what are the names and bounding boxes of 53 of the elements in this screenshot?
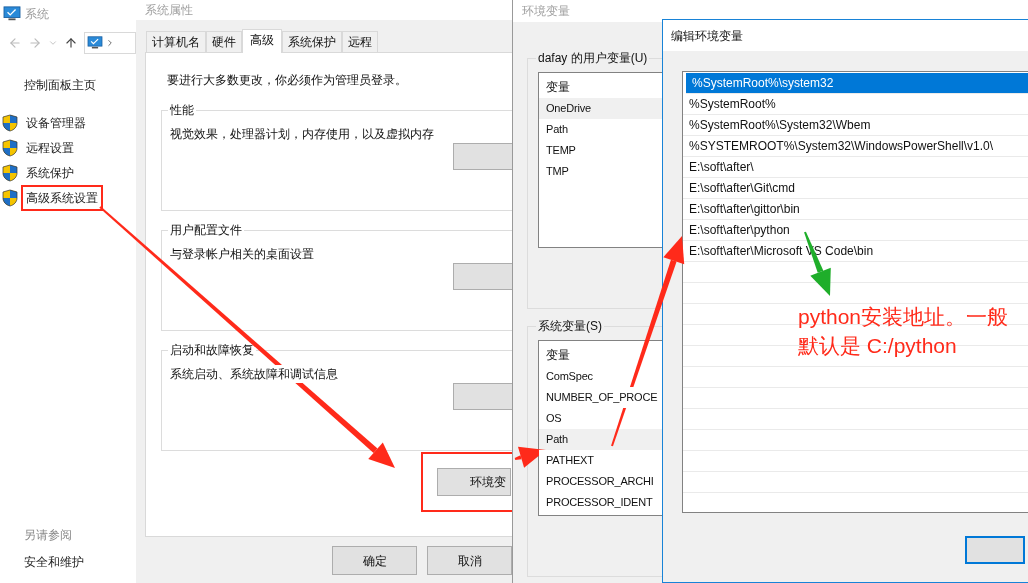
group-description: 视觉效果，处理器计划，内存使用，以及虚拟内存 xyxy=(170,125,434,143)
group-title: 启动和故障恢复 xyxy=(169,342,255,359)
window-title: 系统 xyxy=(25,5,49,23)
shield-icon xyxy=(2,188,18,207)
tab[interactable]: 计算机名 xyxy=(146,31,206,52)
environment-variables-button[interactable]: 环境变 xyxy=(437,468,511,496)
task-link[interactable]: 系统保护 xyxy=(23,161,77,184)
computer-icon xyxy=(87,36,103,50)
address-bar[interactable] xyxy=(84,32,136,54)
history-icon[interactable] xyxy=(48,38,58,48)
shield-icon xyxy=(2,163,18,182)
up-icon[interactable] xyxy=(64,36,78,50)
group-title: 性能 xyxy=(169,102,195,119)
group-title: dafay 的用户变量(U) xyxy=(537,50,649,67)
group-description: 系统启动、系统故障和调试信息 xyxy=(170,365,338,383)
ok-button[interactable] xyxy=(965,536,1025,564)
settings-button[interactable] xyxy=(453,263,512,290)
ok-button[interactable]: 确定 xyxy=(332,546,417,575)
path-entry[interactable]: %SystemRoot%\system32 xyxy=(686,73,1028,94)
back-icon[interactable] xyxy=(8,36,22,50)
annotation-note: python安装地址。一般 xyxy=(798,304,1009,330)
window-title: 环境变量 xyxy=(522,3,570,20)
dialog-title: 编辑环境变量 xyxy=(671,27,743,45)
see-also-link[interactable]: 安全和维护 xyxy=(24,553,136,571)
home-link[interactable]: 控制面板主页 xyxy=(24,76,136,94)
cancel-button[interactable]: 取消 xyxy=(427,546,512,575)
tab[interactable]: 系统保护 xyxy=(282,31,342,52)
path-entry[interactable]: E:\soft\after\ xyxy=(683,157,1028,178)
tab[interactable]: 硬件 xyxy=(206,31,242,52)
computer-icon xyxy=(3,5,21,22)
settings-button[interactable] xyxy=(453,383,512,410)
group-title: 用户配置文件 xyxy=(169,222,243,239)
tab[interactable]: 高级 xyxy=(242,29,282,53)
window-title: 系统属性 xyxy=(145,2,193,19)
group-title: 系统变量(S) xyxy=(537,318,603,335)
shield-icon xyxy=(2,138,18,157)
forward-icon[interactable] xyxy=(28,36,42,50)
path-entry[interactable]: E:\soft\after\python xyxy=(683,220,1028,241)
settings-button[interactable] xyxy=(453,143,512,170)
shield-icon xyxy=(2,113,18,132)
column-header: 变量 xyxy=(545,347,571,364)
path-entry[interactable]: %SYSTEMROOT%\System32\WindowsPowerShell\v1.0\ xyxy=(683,136,1028,157)
path-entry[interactable]: E:\soft\after\Git\cmd xyxy=(683,178,1028,199)
breadcrumb-icon xyxy=(105,38,115,48)
admin-note: 要进行大多数更改，你必须作为管理员登录。 xyxy=(167,72,408,89)
task-link[interactable]: 高级系统设置 xyxy=(23,186,101,209)
group-description: 与登录帐户相关的桌面设置 xyxy=(170,245,314,263)
task-link[interactable]: 设备管理器 xyxy=(23,111,89,134)
annotation-note: 默认是 C:/python xyxy=(798,333,958,359)
path-entry[interactable]: E:\soft\after\gittor\bin xyxy=(683,199,1028,220)
tab[interactable]: 远程 xyxy=(342,31,378,52)
task-link[interactable]: 远程设置 xyxy=(23,136,77,159)
see-also-heading: 另请参阅 xyxy=(24,527,73,544)
